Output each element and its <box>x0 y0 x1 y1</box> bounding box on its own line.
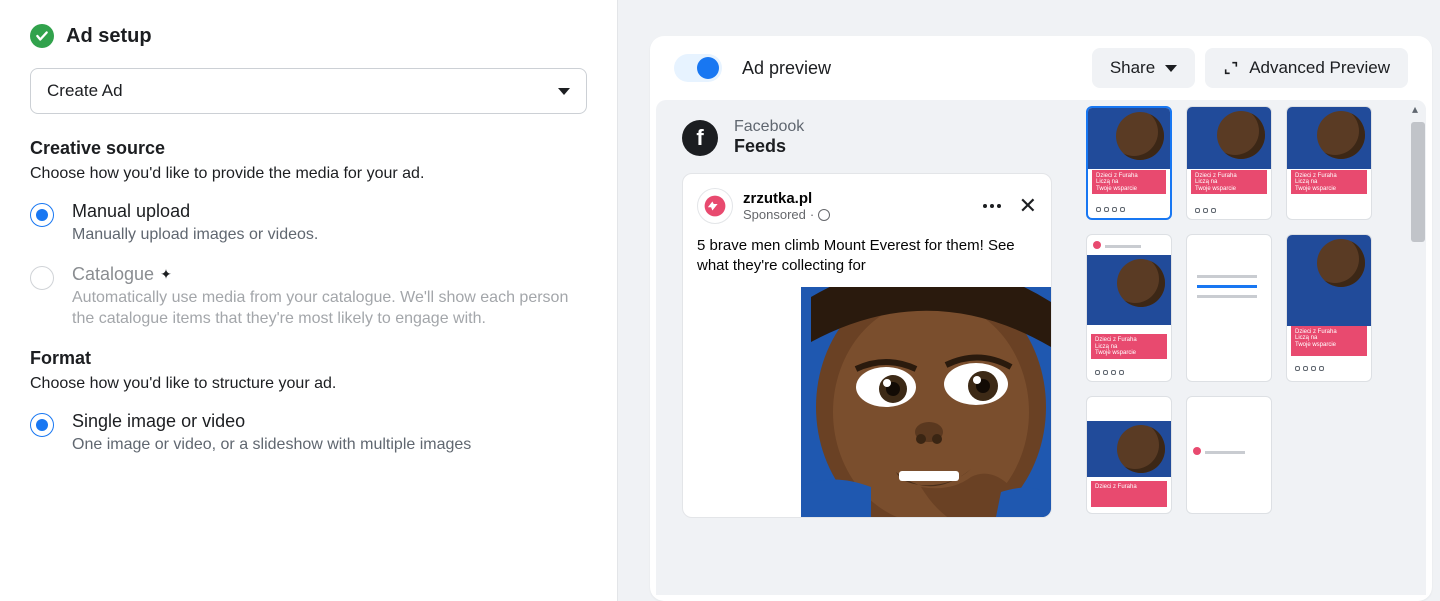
sponsored-label: Sponsored · <box>743 207 830 222</box>
check-icon <box>30 24 54 48</box>
placement-thumb[interactable]: Dzieci z FurahaLiczą naTwoje wsparcie <box>1186 106 1272 220</box>
catalogue-option[interactable]: Catalogue ✦ Automatically use media from… <box>30 264 587 330</box>
expand-icon <box>1223 60 1239 76</box>
ad-setup-header: Ad setup <box>30 24 587 48</box>
ad-preview-panel: Ad preview Share Advanced Preview f Face… <box>642 0 1440 601</box>
format-section: Format Choose how you'd like to structur… <box>30 348 587 456</box>
placement-thumb[interactable] <box>1186 234 1272 382</box>
advanced-preview-label: Advanced Preview <box>1249 58 1390 78</box>
creative-source-helper: Choose how you'd like to provide the med… <box>30 165 587 183</box>
placement-thumb[interactable]: Dzieci z FurahaLiczą naTwoje wsparcie <box>1086 234 1172 382</box>
creative-source-section: Creative source Choose how you'd like to… <box>30 138 587 330</box>
catalogue-desc: Automatically use media from your catalo… <box>72 287 587 330</box>
radio-selected-icon <box>30 413 54 437</box>
ad-setup-title: Ad setup <box>66 25 152 48</box>
post-text: 5 brave men climb Mount Everest for them… <box>683 232 1051 287</box>
format-heading: Format <box>30 348 587 369</box>
facebook-icon: f <box>682 120 718 156</box>
manual-upload-option[interactable]: Manual upload Manually upload images or … <box>30 201 587 246</box>
placement-thumb[interactable] <box>1186 396 1272 514</box>
create-ad-dropdown[interactable]: Create Ad <box>30 68 587 114</box>
radio-unselected-icon <box>30 266 54 290</box>
scroll-up-icon: ▴ <box>1412 102 1418 116</box>
single-image-option[interactable]: Single image or video One image or video… <box>30 411 587 456</box>
panel-divider <box>618 0 642 601</box>
post-image <box>683 287 1051 517</box>
catalogue-title: Catalogue ✦ <box>72 264 587 285</box>
creative-source-heading: Creative source <box>30 138 587 159</box>
placement-thumb[interactable]: Dzieci z FurahaLiczą naTwoje wsparcie <box>1286 106 1372 220</box>
placement-thumb[interactable]: Dzieci z Furaha <box>1086 396 1172 514</box>
more-icon[interactable] <box>983 204 1001 208</box>
ad-preview-header: Ad preview Share Advanced Preview <box>650 36 1432 100</box>
close-icon[interactable]: ✕ <box>1019 195 1037 217</box>
advanced-preview-button[interactable]: Advanced Preview <box>1205 48 1408 88</box>
ad-post-preview: zrzutka.pl Sponsored · ✕ 5 brave men cli… <box>682 173 1052 518</box>
manual-upload-desc: Manually upload images or videos. <box>72 224 587 246</box>
preview-toggle[interactable] <box>674 54 722 82</box>
sparkle-icon: ✦ <box>160 266 172 283</box>
scroll-thumb[interactable] <box>1411 122 1425 242</box>
radio-selected-icon <box>30 203 54 227</box>
platform-indicator: f Facebook Feeds <box>682 118 1068 157</box>
platform-surface: Feeds <box>734 136 804 157</box>
main-preview-area: f Facebook Feeds zrzutka.pl <box>656 100 1068 595</box>
globe-icon <box>818 209 830 221</box>
ad-preview-card: Ad preview Share Advanced Preview f Face… <box>650 36 1432 601</box>
manual-upload-title: Manual upload <box>72 201 587 222</box>
post-header: zrzutka.pl Sponsored · ✕ <box>683 174 1051 232</box>
ad-preview-body: f Facebook Feeds zrzutka.pl <box>656 100 1426 595</box>
thumbnails-scrollbar[interactable]: ▴ <box>1408 100 1426 595</box>
single-image-desc: One image or video, or a slideshow with … <box>72 434 587 456</box>
placement-thumb[interactable]: Dzieci z FurahaLiczą naTwoje wsparcie <box>1086 106 1172 220</box>
ad-preview-title: Ad preview <box>742 58 1082 79</box>
toggle-knob-icon <box>697 57 719 79</box>
ad-setup-panel: Ad setup Create Ad Creative source Choos… <box>0 0 618 601</box>
brand-name: zrzutka.pl <box>743 190 830 207</box>
single-image-title: Single image or video <box>72 411 587 432</box>
platform-name: Facebook <box>734 118 804 136</box>
placement-thumb[interactable]: Dzieci z FurahaLiczą naTwoje wsparcie <box>1286 234 1372 382</box>
chevron-down-icon <box>1165 65 1177 72</box>
share-button-label: Share <box>1110 58 1155 78</box>
format-helper: Choose how you'd like to structure your … <box>30 375 587 393</box>
chevron-down-icon <box>558 88 570 95</box>
share-button[interactable]: Share <box>1092 48 1195 88</box>
brand-avatar-icon <box>697 188 733 224</box>
placement-thumbnails: Dzieci z FurahaLiczą naTwoje wsparcie Dz… <box>1068 100 1408 595</box>
create-ad-dropdown-label: Create Ad <box>47 81 123 101</box>
